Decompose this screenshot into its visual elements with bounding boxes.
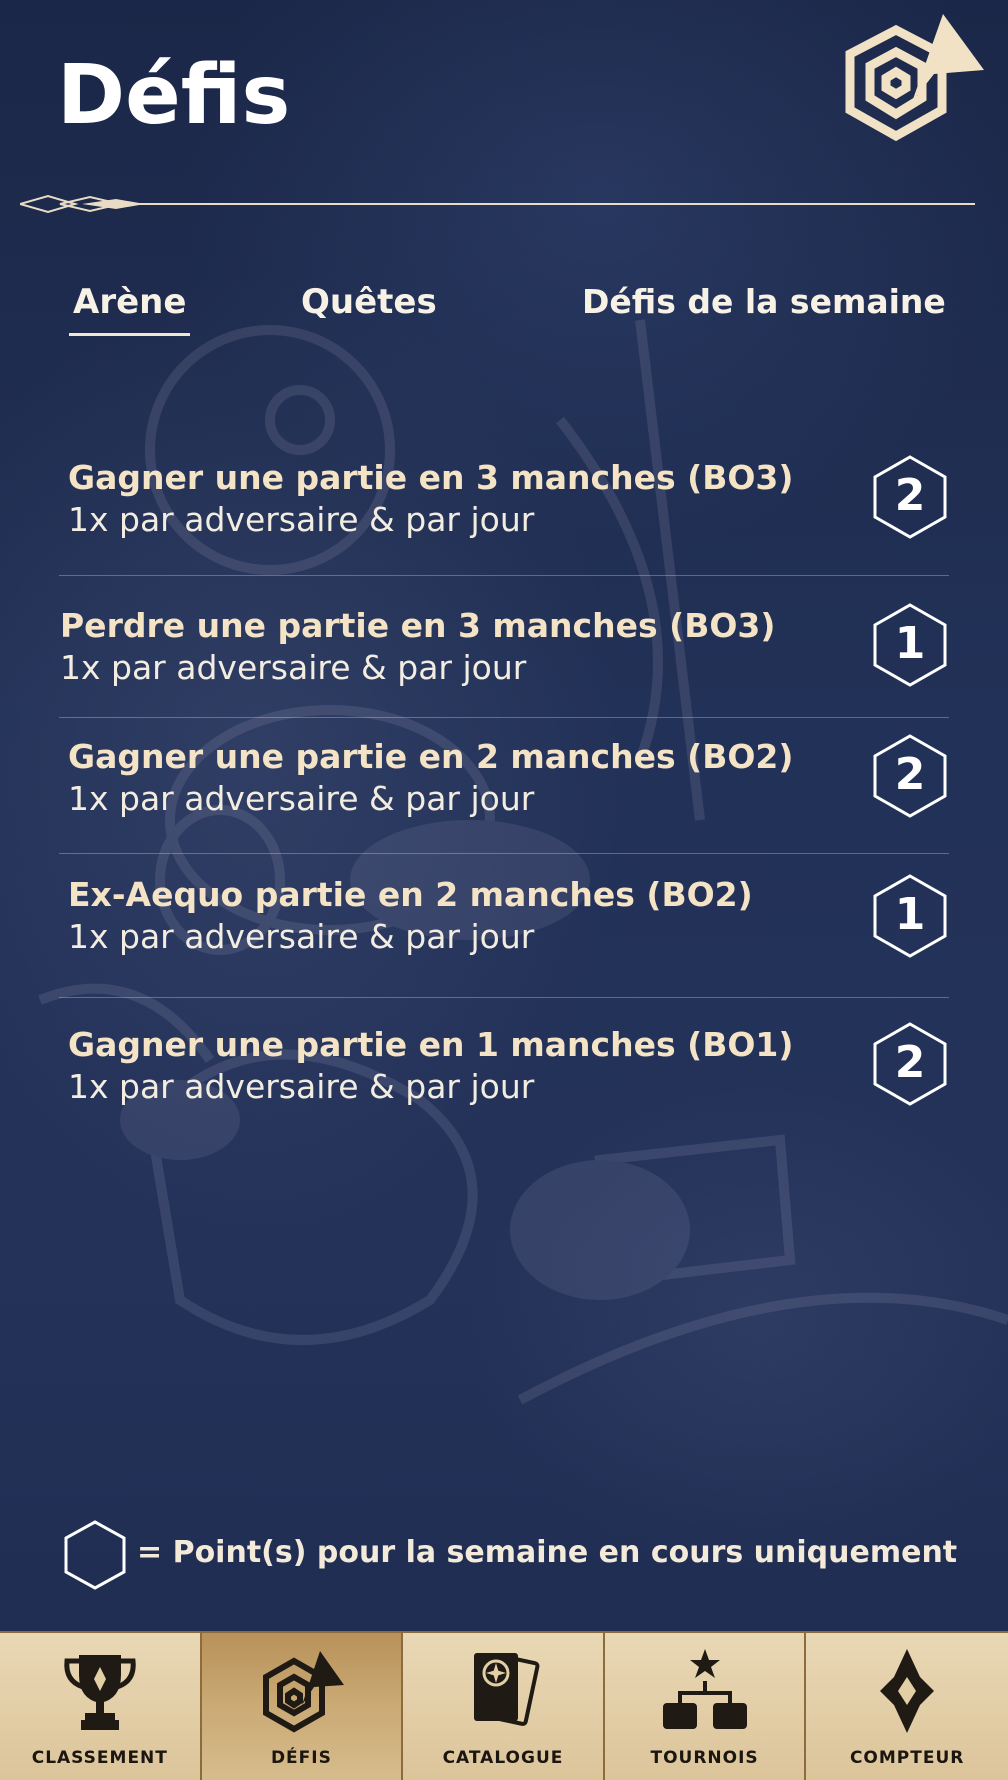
points-value: 1 <box>894 618 926 669</box>
challenge-title: Gagner une partie en 3 manches (BO3) <box>68 458 794 497</box>
bracket-icon <box>662 1649 747 1729</box>
challenge-subtitle: 1x par adversaire & par jour <box>68 500 535 539</box>
challenge-subtitle: 1x par adversaire & par jour <box>68 779 535 818</box>
nav-classement[interactable]: CLASSEMENT <box>0 1633 202 1780</box>
points-badge: 2 <box>872 454 948 540</box>
challenges-screen: Défis Arène Quêtes Défis de la semaine G… <box>0 0 1008 1780</box>
points-value: 2 <box>894 1037 926 1088</box>
nav-label: CLASSEMENT <box>31 1748 168 1768</box>
header-divider <box>20 194 975 214</box>
points-legend: = Point(s) pour la semaine en cours uniq… <box>64 1520 964 1592</box>
cards-icon <box>473 1653 540 1726</box>
points-badge: 1 <box>872 602 948 688</box>
nav-defis[interactable]: DÉFIS <box>201 1633 404 1780</box>
nav-catalogue[interactable]: CATALOGUE <box>403 1633 605 1780</box>
legend-text: = Point(s) pour la semaine en cours uniq… <box>137 1535 958 1570</box>
trophy-icon <box>64 1655 136 1730</box>
page-title: Défis <box>57 48 291 143</box>
tab-defis-semaine[interactable]: Défis de la semaine <box>582 282 946 321</box>
points-value: 2 <box>894 749 926 800</box>
nav-label: TOURNOIS <box>650 1748 759 1768</box>
points-badge: 1 <box>872 873 948 959</box>
challenge-title: Ex-Aequo partie en 2 manches (BO2) <box>68 875 753 914</box>
tab-arene[interactable]: Arène <box>68 282 191 336</box>
nav-label: DÉFIS <box>270 1748 332 1768</box>
challenge-subtitle: 1x par adversaire & par jour <box>60 648 527 687</box>
list-divider <box>59 717 949 718</box>
points-badge: 2 <box>872 733 948 819</box>
challenge-icon <box>263 1651 345 1733</box>
nav-tournois[interactable]: TOURNOIS <box>604 1633 807 1780</box>
bottom-navigation: CLASSEMENT DÉFIS CATALOGUE TOURNOIS COMP… <box>0 1631 1008 1780</box>
tab-quetes[interactable]: Quêtes <box>301 282 437 322</box>
challenge-title: Gagner une partie en 2 manches (BO2) <box>68 737 794 776</box>
list-divider <box>59 997 949 998</box>
points-badge: 2 <box>872 1021 948 1107</box>
nav-compteur[interactable]: COMPTEUR <box>806 1633 1008 1780</box>
challenge-title: Perdre une partie en 3 manches (BO3) <box>60 606 776 645</box>
challenge-logo-icon <box>845 14 984 142</box>
challenge-subtitle: 1x par adversaire & par jour <box>68 1067 535 1106</box>
diamond-counter-icon <box>880 1649 935 1733</box>
points-value: 2 <box>894 470 926 521</box>
hexagon-icon <box>64 1520 126 1590</box>
challenge-subtitle: 1x par adversaire & par jour <box>68 917 535 956</box>
points-value: 1 <box>894 889 926 940</box>
nav-label: COMPTEUR <box>849 1748 965 1768</box>
list-divider <box>59 575 949 576</box>
nav-label: CATALOGUE <box>442 1748 564 1768</box>
challenge-tabs: Arène Quêtes Défis de la semaine <box>0 282 1008 342</box>
challenge-title: Gagner une partie en 1 manches (BO1) <box>68 1025 794 1064</box>
list-divider <box>59 853 949 854</box>
